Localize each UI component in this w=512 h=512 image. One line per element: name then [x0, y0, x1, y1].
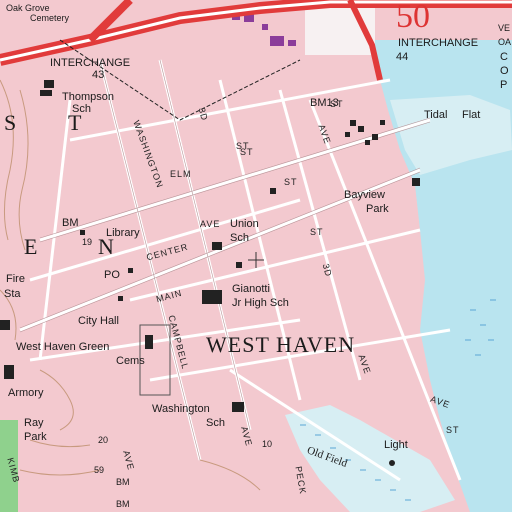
label-oa: OA: [498, 37, 512, 47]
label-union-sch: Sch: [230, 232, 249, 244]
label-cems: Cems: [116, 355, 145, 367]
label-num-20: 20: [98, 435, 109, 445]
label-city-hall: City Hall: [78, 315, 119, 327]
label-jr-high: Jr High Sch: [232, 297, 289, 309]
label-num-59: 59: [94, 465, 105, 475]
label-big-e: E: [24, 234, 39, 259]
label-big-t: T: [68, 110, 83, 135]
label-big-n: N: [98, 234, 115, 259]
label-bayview: Bayview: [344, 189, 385, 201]
label-bm-19: BM: [62, 217, 79, 229]
label-p: P: [500, 79, 508, 91]
label-bm-trail: BM: [116, 499, 130, 509]
label-ray: Ray: [24, 417, 44, 429]
purple-buildings: [232, 12, 296, 46]
label-num-10: 10: [262, 439, 273, 449]
label-armory: Armory: [8, 387, 44, 399]
label-west-haven: WEST HAVEN: [206, 332, 356, 357]
label-tidal: Tidal: [424, 109, 448, 121]
label-interchange-44: INTERCHANGE: [398, 37, 479, 49]
label-interchange-44-num: 44: [396, 51, 409, 63]
label-gianotti: Gianotti: [232, 283, 270, 295]
crosshair-marker: [248, 252, 264, 268]
label-ve: VE: [498, 23, 511, 33]
label-po: PO: [104, 269, 120, 281]
label-park: Park: [366, 203, 389, 215]
label-o: O: [500, 65, 509, 77]
street-st-5: ST: [330, 99, 344, 109]
street-st-1: ST: [284, 177, 298, 187]
label-washington: Washington: [152, 403, 210, 415]
label-union: Union: [230, 218, 259, 230]
label-west-haven-green: West Haven Green: [16, 341, 110, 353]
label-sta: Sta: [4, 288, 21, 300]
map-canvas: [0, 0, 512, 512]
topographic-map[interactable]: Oak Grove Cemetery INTERCHANGE 43 INTERC…: [0, 0, 512, 512]
label-interchange-43: INTERCHANGE: [50, 57, 131, 69]
street-ave-6: AVE: [200, 219, 221, 229]
street-st-4: ST: [446, 425, 460, 435]
label-bm-bottom: BM: [116, 477, 130, 487]
label-cemetery: Cemetery: [30, 13, 70, 23]
label-light: Light: [384, 439, 408, 451]
label-fire: Fire: [6, 273, 25, 285]
light-marker: [389, 460, 395, 466]
street-st-2: ST: [310, 227, 324, 237]
label-washington-sch: Sch: [206, 417, 225, 429]
label-big-s: S: [4, 110, 18, 135]
street-elm: ELM: [170, 169, 192, 179]
label-thompson: Thompson: [62, 91, 114, 103]
label-interchange-43-num: 43: [92, 69, 105, 81]
label-oak-grove: Oak Grove: [6, 3, 50, 13]
street-st-3: ST: [236, 141, 250, 151]
label-c: C: [500, 51, 508, 63]
label-park-2: Park: [24, 431, 47, 443]
label-flat: Flat: [462, 109, 481, 121]
label-num-19: 19: [82, 237, 93, 247]
label-route-50: 50: [396, 0, 430, 35]
